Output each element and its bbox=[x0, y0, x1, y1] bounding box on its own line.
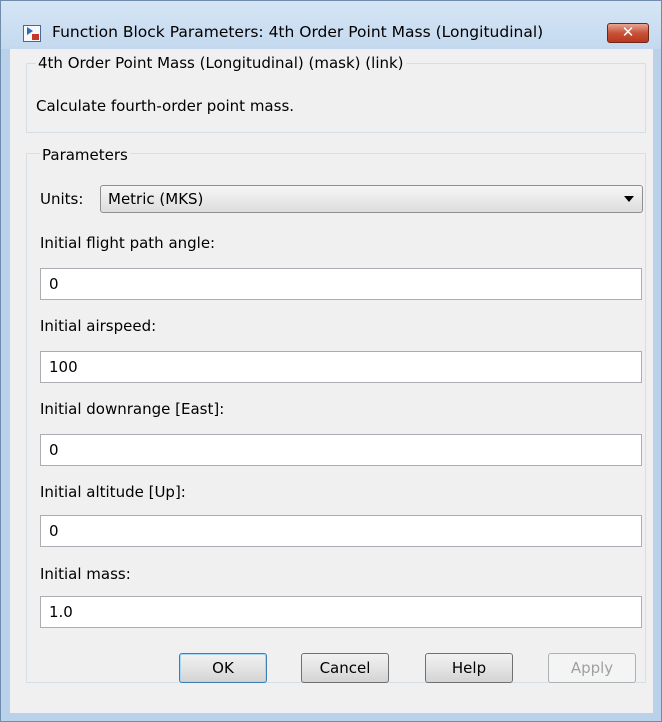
airspeed-input[interactable] bbox=[40, 351, 642, 383]
lock-glyph bbox=[32, 34, 39, 40]
dialog-window: Function Block Parameters: 4th Order Poi… bbox=[0, 0, 662, 722]
ok-button[interactable]: OK bbox=[179, 653, 267, 683]
units-dropdown[interactable]: Metric (MKS) bbox=[100, 185, 643, 213]
chevron-down-icon bbox=[624, 196, 634, 202]
flight-path-angle-input[interactable] bbox=[40, 268, 642, 300]
close-icon: ✕ bbox=[621, 23, 635, 41]
help-button[interactable]: Help bbox=[425, 653, 513, 683]
downrange-label: Initial downrange [East]: bbox=[40, 400, 225, 418]
description-text: Calculate fourth-order point mass. bbox=[36, 97, 295, 115]
parameters-heading: Parameters bbox=[40, 146, 130, 164]
cancel-button[interactable]: Cancel bbox=[301, 653, 389, 683]
flight-path-angle-label: Initial flight path angle: bbox=[40, 234, 216, 252]
downrange-input[interactable] bbox=[40, 434, 642, 466]
description-heading: 4th Order Point Mass (Longitudinal) (mas… bbox=[36, 54, 406, 72]
airspeed-label: Initial airspeed: bbox=[40, 317, 157, 335]
altitude-input[interactable] bbox=[40, 515, 642, 547]
dialog-client: 4th Order Point Mass (Longitudinal) (mas… bbox=[10, 49, 653, 713]
mass-label: Initial mass: bbox=[40, 565, 131, 583]
window-title: Function Block Parameters: 4th Order Poi… bbox=[52, 23, 544, 41]
altitude-label: Initial altitude [Up]: bbox=[40, 483, 186, 501]
close-button[interactable]: ✕ bbox=[607, 23, 649, 43]
units-label: Units: bbox=[40, 190, 84, 208]
simulink-block-icon bbox=[23, 25, 41, 42]
apply-button[interactable]: Apply bbox=[548, 653, 636, 683]
mass-input[interactable] bbox=[40, 596, 642, 628]
title-bar[interactable]: Function Block Parameters: 4th Order Poi… bbox=[1, 1, 661, 49]
units-value: Metric (MKS) bbox=[108, 190, 204, 208]
